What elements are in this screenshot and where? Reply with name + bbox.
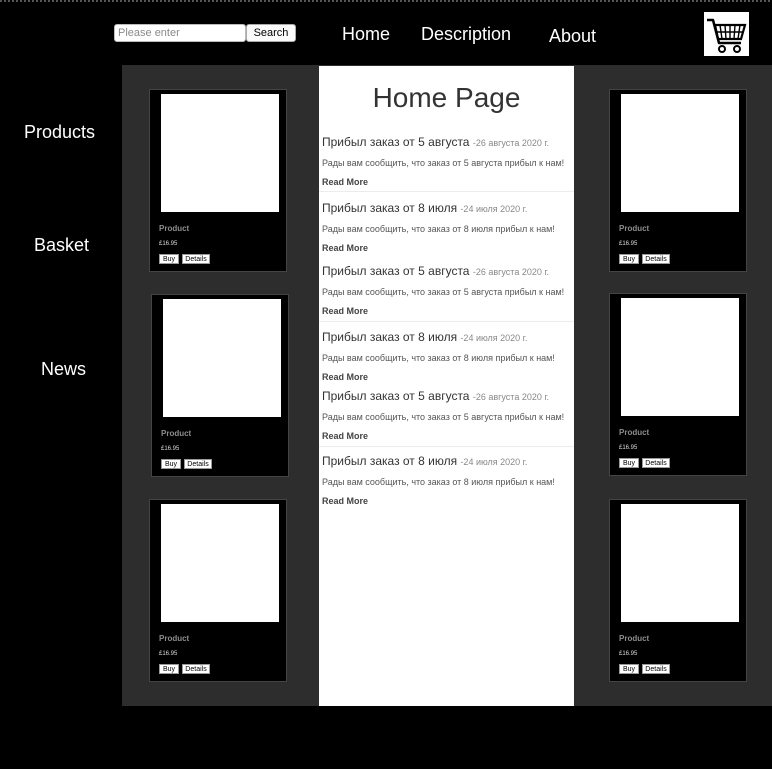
news-heading[interactable]: Прибыл заказ от 5 августа — [322, 264, 469, 278]
product-name: Product — [159, 224, 190, 233]
product-price: £16.95 — [619, 651, 638, 657]
news-text: Рады вам сообщить, что заказ от 8 июля п… — [322, 477, 555, 487]
news-item: Прибыл заказ от 5 августа -26 августа 20… — [322, 135, 572, 187]
details-button[interactable]: Details — [642, 254, 670, 264]
news-divider — [319, 191, 574, 192]
page-title: Home Page — [372, 82, 521, 113]
sidebar-item-products[interactable]: Products — [24, 122, 95, 143]
details-button[interactable]: Details — [184, 459, 212, 469]
product-card: Product £16.95 Buy Details — [609, 293, 747, 476]
read-more-link[interactable]: Read More — [322, 431, 572, 441]
news-heading[interactable]: Прибыл заказ от 5 августа — [322, 135, 469, 149]
news-date: -26 августа 2020 г. — [472, 138, 550, 148]
news-date: -24 июля 2020 г. — [460, 457, 528, 467]
buy-button[interactable]: Buy — [619, 458, 639, 468]
nav-about[interactable]: About — [549, 26, 596, 47]
buy-button[interactable]: Buy — [619, 664, 639, 674]
read-more-link[interactable]: Read More — [322, 306, 572, 316]
product-image[interactable] — [621, 298, 739, 416]
sidebar-item-news[interactable]: News — [41, 359, 86, 380]
news-item: Прибыл заказ от 8 июля -24 июля 2020 г. … — [322, 330, 572, 382]
news-text: Рады вам сообщить, что заказ от 5 август… — [322, 412, 565, 422]
product-price: £16.95 — [159, 241, 178, 247]
product-price: £16.95 — [161, 446, 180, 452]
news-item: Прибыл заказ от 8 июля -24 июля 2020 г. … — [322, 201, 572, 253]
nav-home[interactable]: Home — [342, 24, 390, 45]
details-button[interactable]: Details — [642, 664, 670, 674]
buy-button[interactable]: Buy — [159, 664, 179, 674]
product-image[interactable] — [621, 504, 739, 622]
read-more-link[interactable]: Read More — [322, 496, 572, 506]
news-divider — [319, 446, 574, 447]
read-more-link[interactable]: Read More — [322, 177, 572, 187]
nav-description[interactable]: Description — [421, 24, 511, 45]
product-image[interactable] — [621, 94, 739, 212]
news-date: -26 августа 2020 г. — [472, 392, 550, 402]
news-item: Прибыл заказ от 8 июля -24 июля 2020 г. … — [322, 454, 572, 506]
product-name: Product — [159, 634, 190, 643]
product-image[interactable] — [161, 504, 279, 622]
search-button[interactable]: Search — [246, 24, 296, 42]
news-heading[interactable]: Прибыл заказ от 8 июля — [322, 330, 457, 344]
product-card: Product £16.95 Buy Details — [609, 499, 747, 682]
sidebar-item-basket[interactable]: Basket — [34, 235, 89, 256]
read-more-link[interactable]: Read More — [322, 243, 572, 253]
news-text: Рады вам сообщить, что заказ от 5 август… — [322, 287, 565, 297]
news-heading[interactable]: Прибыл заказ от 5 августа — [322, 389, 469, 403]
details-button[interactable]: Details — [182, 664, 210, 674]
buy-button[interactable]: Buy — [619, 254, 639, 264]
news-divider — [319, 321, 574, 322]
news-item: Прибыл заказ от 5 августа -26 августа 20… — [322, 389, 572, 441]
details-button[interactable]: Details — [182, 254, 210, 264]
product-card: Product £16.95 Buy Details — [609, 89, 747, 272]
product-price: £16.95 — [159, 651, 178, 657]
news-heading[interactable]: Прибыл заказ от 8 июля — [322, 454, 457, 468]
news-item: Прибыл заказ от 5 августа -26 августа 20… — [322, 264, 572, 316]
product-card: Product £16.95 Buy Details — [151, 294, 289, 477]
read-more-link[interactable]: Read More — [322, 372, 572, 382]
product-name: Product — [619, 428, 650, 437]
product-image[interactable] — [161, 94, 279, 212]
news-date: -24 июля 2020 г. — [460, 204, 528, 214]
news-heading[interactable]: Прибыл заказ от 8 июля — [322, 201, 457, 215]
shopping-cart-icon — [707, 18, 747, 53]
product-card: Product £16.95 Buy Details — [149, 499, 287, 682]
cart-button[interactable] — [704, 12, 749, 56]
buy-button[interactable]: Buy — [161, 459, 181, 469]
top-border — [0, 0, 772, 2]
news-text: Рады вам сообщить, что заказ от 8 июля п… — [322, 353, 555, 363]
product-price: £16.95 — [619, 445, 638, 451]
news-date: -24 июля 2020 г. — [460, 333, 528, 343]
search-input[interactable] — [114, 24, 246, 42]
product-name: Product — [619, 634, 650, 643]
product-price: £16.95 — [619, 241, 638, 247]
product-name: Product — [619, 224, 650, 233]
product-image[interactable] — [163, 299, 281, 417]
details-button[interactable]: Details — [642, 458, 670, 468]
news-date: -26 августа 2020 г. — [472, 267, 550, 277]
buy-button[interactable]: Buy — [159, 254, 179, 264]
product-card: Product £16.95 Buy Details — [149, 89, 287, 272]
product-name: Product — [161, 429, 192, 438]
main-content: Home Page Прибыл заказ от 5 августа -26 … — [319, 66, 574, 706]
news-text: Рады вам сообщить, что заказ от 8 июля п… — [322, 224, 555, 234]
news-text: Рады вам сообщить, что заказ от 5 август… — [322, 158, 565, 168]
